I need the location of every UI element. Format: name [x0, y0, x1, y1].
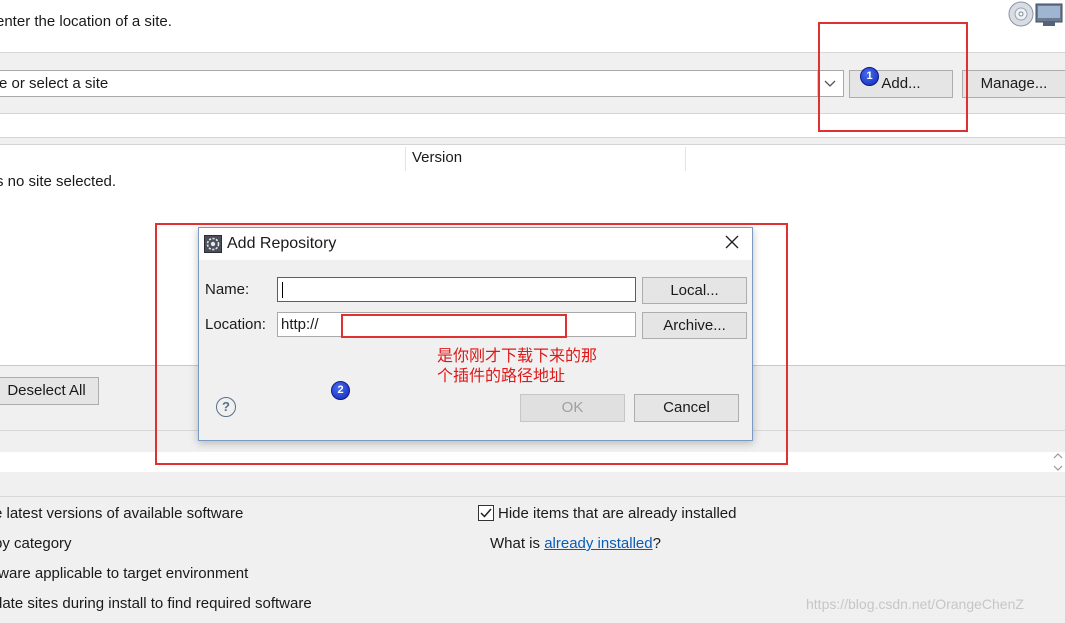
manage-button[interactable]: Manage...: [962, 70, 1065, 98]
annotation-note: 是你刚才下载下来的那个插件的路径地址: [437, 346, 598, 385]
site-combo[interactable]: e or select a site: [0, 70, 844, 97]
already-installed-link[interactable]: already installed: [544, 535, 652, 552]
annotation-highlight-add: [818, 22, 968, 132]
option-group-by-category[interactable]: by category: [0, 535, 72, 552]
details-scroll-arrows-icon[interactable]: [1052, 451, 1064, 473]
options-divider: [0, 496, 1065, 497]
what-is-suffix: ?: [652, 535, 661, 552]
install-wizard-icon: [1003, 0, 1065, 34]
hide-installed-label[interactable]: Hide items that are already installed: [498, 505, 736, 522]
option-show-applicable-software[interactable]: tware applicable to target environment: [0, 565, 248, 582]
step-badge-1: 1: [860, 67, 879, 86]
what-is-prefix: What is: [490, 535, 545, 552]
what-is-installed-row: What is already installed?: [490, 535, 661, 552]
column-divider: [685, 147, 686, 171]
step-badge-2: 2: [331, 381, 350, 400]
column-divider: [405, 147, 406, 171]
header-instruction: enter the location of a site.: [0, 13, 172, 30]
option-contact-update-sites[interactable]: date sites during install to find requir…: [0, 595, 312, 612]
deselect-all-button[interactable]: Deselect All: [0, 377, 99, 405]
table-empty-message: s no site selected.: [0, 173, 117, 190]
column-header-version[interactable]: Version: [412, 149, 462, 166]
hide-installed-checkbox[interactable]: [478, 505, 494, 521]
annotation-highlight-dialog: [155, 223, 788, 465]
option-show-latest-versions[interactable]: e latest versions of available software: [0, 505, 243, 522]
watermark: https://blog.csdn.net/OrangeChenZ: [806, 596, 1024, 612]
annotation-highlight-location: [341, 314, 567, 338]
site-combo-text: e or select a site: [0, 75, 109, 92]
